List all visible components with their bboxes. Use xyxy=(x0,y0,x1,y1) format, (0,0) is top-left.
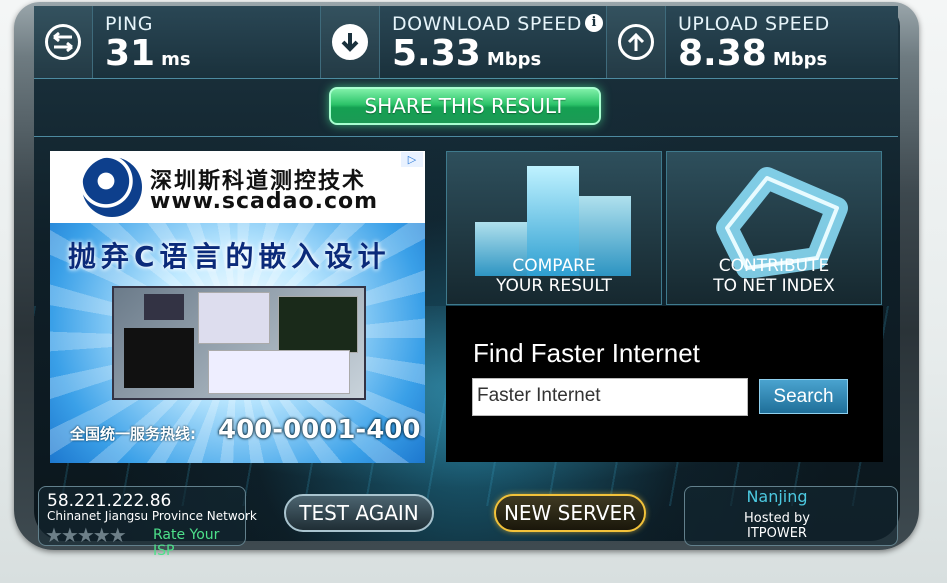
contribute-line1: CONTRIBUTE xyxy=(718,256,830,276)
ping-label: PING xyxy=(105,13,153,35)
ad-logo-icon xyxy=(82,157,142,217)
adchoices-icon[interactable]: ▷ xyxy=(401,152,423,167)
metrics-bar: PING 31 ms DOWNLOAD SPEED 5.33 Mbps i UPLO… xyxy=(34,6,898,79)
rating-stars[interactable]: ★★★★★ xyxy=(45,523,127,547)
upload-metric: UPLOAD SPEED 8.38 Mbps xyxy=(606,6,899,78)
advertisement[interactable]: 深圳斯科道测控技术 www.scadao.com ▷ 抛弃C语言的嵌入设计 全国… xyxy=(50,151,425,463)
ad-url: www.scadao.com xyxy=(150,189,379,214)
ad-headline: 抛弃C语言的嵌入设计 xyxy=(68,240,391,273)
divider xyxy=(34,136,898,137)
ping-metric: PING 31 ms xyxy=(34,6,320,78)
ping-unit: ms xyxy=(161,49,191,70)
find-faster-internet-panel: Find Faster Internet Faster Internet Sea… xyxy=(446,306,883,462)
ad-circuit-board-image xyxy=(112,286,366,400)
download-value: 5.33 xyxy=(392,33,481,74)
server-info: Nanjing Hosted by ITPOWER xyxy=(684,486,898,546)
upload-value: 8.38 xyxy=(678,33,767,74)
search-input[interactable]: Faster Internet xyxy=(472,378,748,416)
ad-hotline-number: 400-0001-400 xyxy=(218,415,421,445)
ad-hotline-label: 全国统一服务热线: xyxy=(70,425,196,443)
server-host: ITPOWER xyxy=(747,526,807,541)
download-metric: DOWNLOAD SPEED 5.33 Mbps i xyxy=(320,6,607,78)
compare-line2: YOUR RESULT xyxy=(496,276,612,296)
isp-name: Chinanet Jiangsu Province Network xyxy=(47,509,257,523)
search-button[interactable]: Search xyxy=(759,379,848,414)
compare-result-tile[interactable]: COMPARE YOUR RESULT xyxy=(446,151,662,305)
ping-arrows-icon xyxy=(45,24,81,60)
contribute-line2: TO NET INDEX xyxy=(713,276,835,296)
compare-line1: COMPARE xyxy=(512,256,596,276)
ip-address: 58.221.222.86 xyxy=(47,491,172,511)
info-icon[interactable]: i xyxy=(585,14,603,32)
finder-title: Find Faster Internet xyxy=(473,338,700,368)
new-server-button[interactable]: NEW SERVER xyxy=(494,494,646,532)
upload-arrow-icon xyxy=(618,24,654,60)
ping-value: 31 xyxy=(105,33,156,74)
share-result-button[interactable]: SHARE THIS RESULT xyxy=(329,87,601,125)
contribute-tile[interactable]: CONTRIBUTE TO NET INDEX xyxy=(666,151,882,305)
test-again-button[interactable]: TEST AGAIN xyxy=(284,494,434,532)
download-arrow-icon xyxy=(332,24,368,60)
upload-label: UPLOAD SPEED xyxy=(678,13,830,35)
download-unit: Mbps xyxy=(486,49,542,70)
connection-info: 58.221.222.86 Chinanet Jiangsu Province … xyxy=(38,486,257,559)
server-city: Nanjing xyxy=(746,487,808,506)
download-label: DOWNLOAD SPEED xyxy=(392,13,582,35)
rate-isp-link[interactable]: Rate Your ISP xyxy=(153,527,245,559)
hosted-by-label: Hosted by xyxy=(744,511,810,526)
upload-unit: Mbps xyxy=(772,49,828,70)
